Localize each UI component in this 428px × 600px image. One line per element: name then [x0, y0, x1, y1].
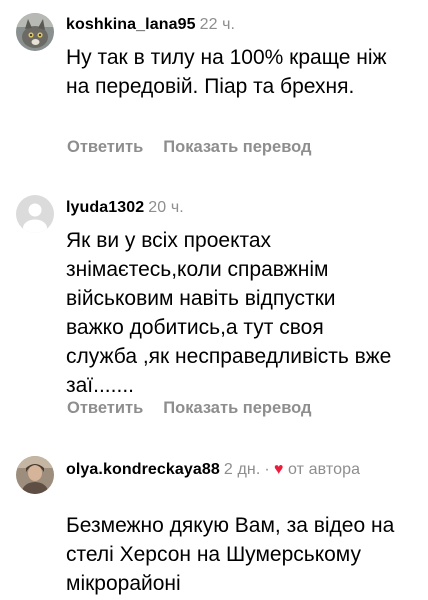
liked-by-author-label: от автора	[287, 461, 361, 478]
username-link[interactable]: lyuda1302	[66, 199, 144, 216]
comment-text: Ну так в тилу на 100% краще ніж на перед…	[66, 46, 387, 98]
show-translation-button[interactable]: Показать перевод	[163, 138, 311, 156]
comment-time: 2 дн.	[223, 461, 261, 478]
heart-icon: ♥	[273, 461, 284, 478]
default-user-icon	[16, 195, 54, 233]
comment-actions: Ответить Показать перевод	[67, 399, 311, 418]
username-link[interactable]: koshkina_lana95	[66, 16, 196, 33]
comment-text: Безмежно дякую Вам, за відео на стелі Хе…	[66, 514, 395, 595]
separator-dot: ·	[264, 461, 270, 478]
comment-header: olya.kondreckaya88 2 дн. · ♥ от автора	[66, 459, 406, 481]
avatar[interactable]	[16, 456, 54, 494]
username-link[interactable]: olya.kondreckaya88	[66, 461, 220, 478]
reply-button[interactable]: Ответить	[67, 399, 143, 417]
avatar[interactable]	[16, 195, 54, 233]
comment-time: 20 ч.	[148, 199, 184, 216]
show-translation-button[interactable]: Показать перевод	[163, 399, 311, 417]
reply-button[interactable]: Ответить	[67, 138, 143, 156]
comment-header: lyuda1302 20 ч.	[66, 199, 184, 217]
comment-time: 22 ч.	[199, 16, 236, 33]
comment-header: koshkina_lana95 22 ч.	[66, 16, 235, 34]
comment-actions: Ответить Показать перевод	[67, 138, 311, 157]
person-avatar-image	[16, 456, 54, 494]
comment-text: Як ви у всіх проектах знімаєтесь,коли сп…	[66, 229, 392, 397]
avatar[interactable]	[16, 13, 54, 51]
cat-avatar-image	[16, 13, 54, 51]
